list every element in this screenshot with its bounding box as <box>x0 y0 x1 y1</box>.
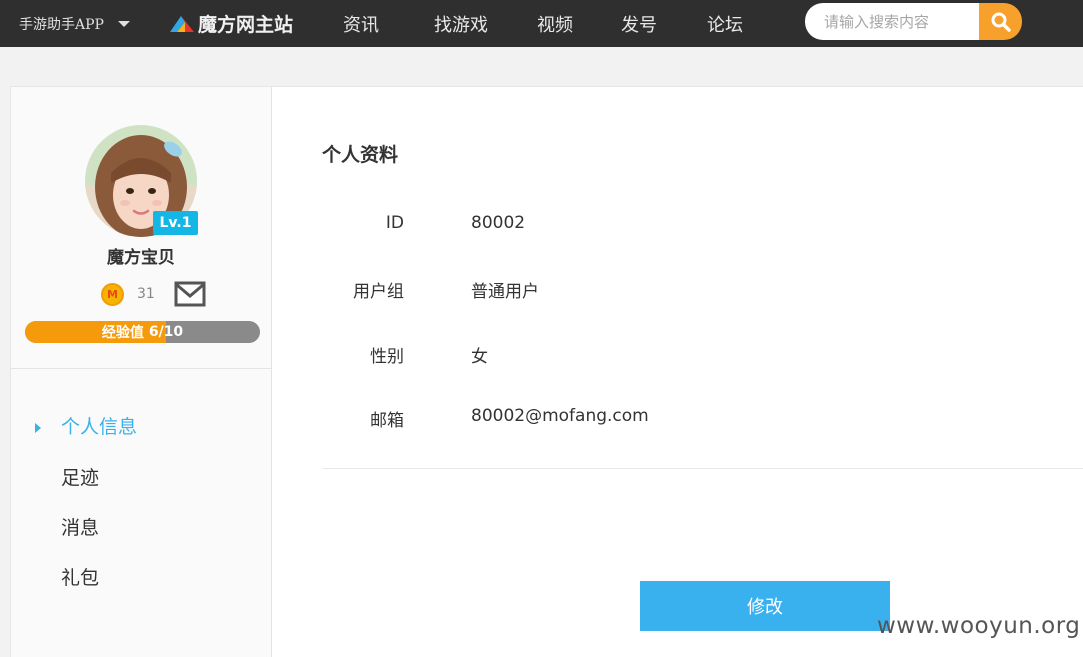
section-title: 个人资料 <box>322 144 399 166</box>
experience-label: 经验值 6/10 <box>25 321 260 343</box>
search-box <box>805 3 1022 40</box>
field-label-group: 用户组 <box>353 282 404 302</box>
field-value-email: 80002@mofang.com <box>471 406 649 426</box>
profile-main-panel: 个人资料 ID 80002 用户组 普通用户 性别 女 邮箱 80002@mof… <box>272 86 1083 657</box>
experience-bar: 经验值 6/10 <box>25 321 260 343</box>
coin-count: 31 <box>137 286 155 302</box>
sidebar-item-messages[interactable]: 消息 <box>61 513 99 540</box>
nav-video[interactable]: 视频 <box>537 0 573 47</box>
level-badge: Lv.1 <box>153 211 198 235</box>
sidebar-item-profile[interactable]: 个人信息 <box>61 412 137 439</box>
menu-arrow-icon <box>35 423 41 433</box>
field-value-gender: 女 <box>471 347 488 367</box>
search-button[interactable] <box>979 3 1022 40</box>
experience-value: 6/10 <box>148 324 184 340</box>
watermark: www.wooyun.org <box>877 613 1081 639</box>
logo-text: 魔方网主站 <box>198 14 294 36</box>
caret-down-icon <box>117 20 130 27</box>
field-label-id: ID <box>385 213 404 233</box>
site-logo[interactable]: 魔方网主站 <box>168 0 293 47</box>
field-value-id: 80002 <box>471 213 526 233</box>
edit-button[interactable]: 修改 <box>640 581 890 631</box>
field-label-gender: 性别 <box>370 347 404 367</box>
search-input[interactable] <box>805 3 979 40</box>
sidebar-item-footprints[interactable]: 足迹 <box>61 463 99 490</box>
coin-icon: M <box>101 282 124 306</box>
coin-letter: M <box>107 287 118 301</box>
experience-label-text: 经验值 <box>101 325 144 341</box>
mail-icon[interactable] <box>174 281 206 307</box>
username: 魔方宝贝 <box>107 248 175 268</box>
profile-sidebar: Lv.1 魔方宝贝 M 31 经验值 6/10 个人信息 足迹 消息 礼包 <box>10 86 272 657</box>
nav-forum[interactable]: 论坛 <box>707 0 743 47</box>
nav-news[interactable]: 资讯 <box>343 0 379 47</box>
app-download-label: 手游助手APP <box>19 16 104 33</box>
sidebar-divider <box>11 368 272 369</box>
mofang-logo-icon <box>170 15 194 32</box>
field-value-group: 普通用户 <box>471 282 539 302</box>
field-label-email: 邮箱 <box>370 411 404 431</box>
main-divider <box>322 468 1083 469</box>
search-icon <box>991 12 1011 32</box>
nav-giftcodes[interactable]: 发号 <box>621 0 657 47</box>
sidebar-item-gifts[interactable]: 礼包 <box>61 563 99 590</box>
nav-find-games[interactable]: 找游戏 <box>434 0 488 47</box>
top-navigation-bar: 手游助手APP 魔方网主站 资讯 找游戏 视频 发号 论坛 <box>0 0 1083 47</box>
coin-mail-row: M 31 <box>101 280 206 308</box>
app-download-link[interactable]: 手游助手APP <box>19 0 130 47</box>
